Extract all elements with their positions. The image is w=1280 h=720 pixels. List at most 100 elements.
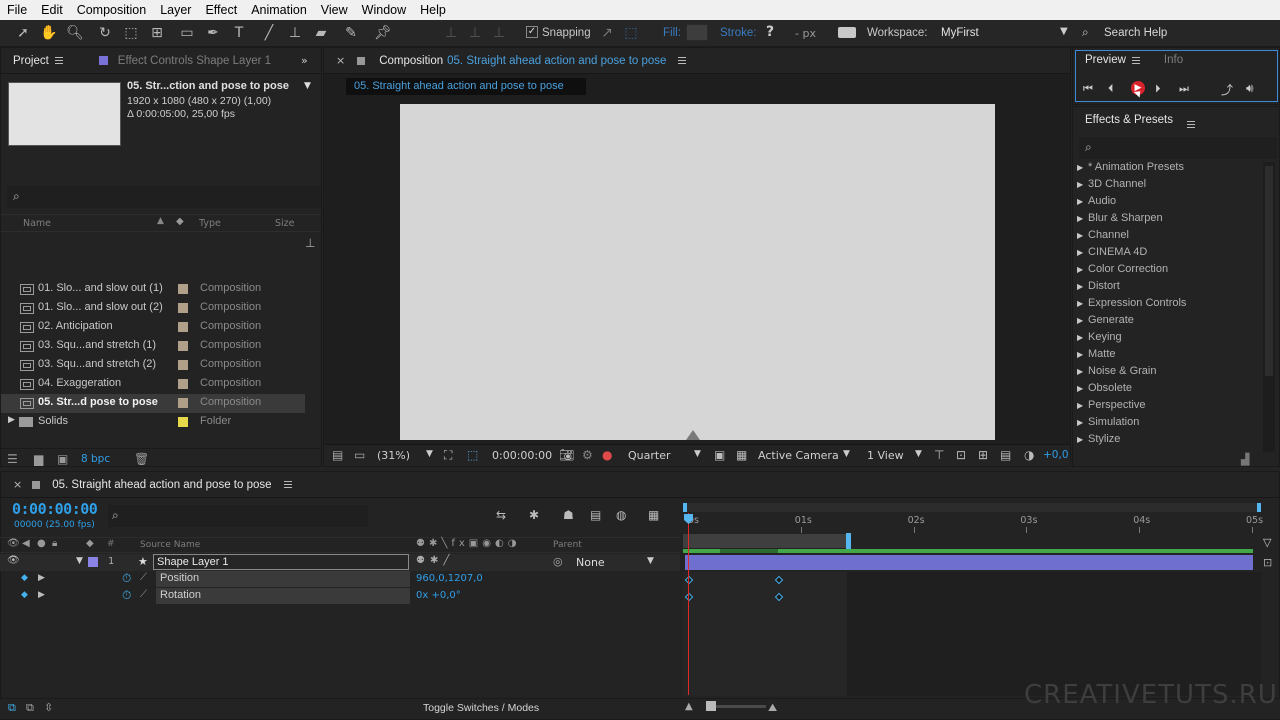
effect-category[interactable]: ▶ CINEMA 4D — [1077, 246, 1147, 263]
layer-label-color[interactable] — [88, 557, 98, 567]
project-item[interactable]: 02. Anticipation Composition — [1, 318, 305, 337]
expand-arrow-icon[interactable]: ▶ — [1077, 299, 1088, 308]
workspace-keyboard-icon[interactable] — [838, 27, 856, 38]
new-folder-icon[interactable]: ▆ — [34, 452, 43, 466]
stopwatch-icon[interactable]: ⏱ — [122, 571, 131, 586]
effect-category[interactable]: ▶ Noise & Grain — [1077, 365, 1156, 382]
expand-arrow-icon[interactable]: ▶ — [1077, 163, 1088, 172]
navigator-end-handle[interactable] — [1257, 503, 1261, 512]
expand-arrow-icon[interactable]: ▶ — [1077, 316, 1088, 325]
effect-category[interactable]: ▶ Audio — [1077, 195, 1116, 212]
exposure-value[interactable]: +0,0 — [1043, 449, 1069, 461]
camera-dropdown-icon[interactable]: ▼ — [843, 449, 850, 459]
tab-composition-label[interactable]: Composition — [379, 55, 443, 67]
next-keyframe-icon[interactable]: ▶ — [38, 573, 45, 583]
menu-layer[interactable]: Layer — [153, 3, 198, 17]
loop-icon[interactable]: ⤴ — [1221, 81, 1233, 98]
roto-brush-tool-icon[interactable]: ✎ — [342, 24, 360, 42]
menu-help[interactable]: Help — [413, 3, 453, 17]
effect-category[interactable]: ▶ Matte — [1077, 348, 1116, 365]
expand-arrow-icon[interactable]: ▶ — [1077, 180, 1088, 189]
effect-category[interactable]: ▶ Generate — [1077, 314, 1134, 331]
sort-ascending-icon[interactable]: ▲ — [157, 216, 164, 226]
tab-composition-name[interactable]: 05. Straight ahead action and pose to po… — [447, 55, 666, 67]
effects-scrollbar-thumb[interactable] — [1265, 166, 1273, 376]
menu-edit[interactable]: Edit — [34, 3, 70, 17]
label-column-icon[interactable]: ◆ — [176, 216, 184, 227]
label-color-swatch[interactable] — [178, 284, 188, 294]
toggle-switches-modes-button[interactable]: Toggle Switches / Modes — [423, 702, 539, 714]
effects-search-input[interactable]: ⌕ — [1079, 137, 1277, 159]
tab-timeline[interactable]: 05. Straight ahead action and pose to po… — [52, 479, 271, 491]
graph-icon[interactable]: ⟋ — [140, 589, 147, 600]
graph-icon[interactable]: ⟋ — [140, 572, 147, 583]
effect-category[interactable]: ▶ Color Correction — [1077, 263, 1168, 280]
comp-button-icon[interactable]: ▽ — [1263, 536, 1271, 549]
solo-switch-icon[interactable]: ● — [37, 538, 46, 549]
effect-category[interactable]: ▶ Keying — [1077, 331, 1122, 348]
effect-category[interactable]: ▶ Distort — [1077, 280, 1120, 297]
navigator-start-handle[interactable] — [683, 503, 687, 512]
project-item[interactable]: 05. Str...d pose to pose Composition — [1, 394, 305, 413]
trash-icon[interactable]: 🗑︎ — [134, 452, 149, 466]
zoom-in-icon[interactable]: ⛰ — [768, 701, 777, 715]
type-tool-icon[interactable]: T — [230, 24, 248, 42]
world-axis-icon[interactable]: ⊥ — [466, 24, 484, 42]
effect-category[interactable]: ▶ Perspective — [1077, 399, 1145, 416]
snapshot-camera-icon[interactable]: 📷︎ — [559, 448, 574, 462]
column-type[interactable]: Type — [199, 218, 221, 229]
magnification-select[interactable]: (31%) — [377, 449, 410, 462]
panel-overflow-icon[interactable]: » — [301, 54, 308, 67]
menu-effect[interactable]: Effect — [198, 3, 244, 17]
label-color-swatch[interactable] — [178, 322, 188, 332]
effects-presets-title[interactable]: Effects & Presets — [1085, 114, 1173, 126]
interpret-footage-icon[interactable]: ☰ — [7, 452, 18, 466]
modes-pane-icon[interactable]: ⧉ — [26, 701, 34, 715]
camera-select[interactable]: Active Camera — [758, 449, 839, 462]
graph-editor-icon[interactable]: ▦ — [648, 508, 659, 522]
comp-name-dropdown-icon[interactable]: ▼ — [304, 81, 311, 91]
snap-feature-icon[interactable]: ⬚ — [622, 24, 640, 42]
stroke-width[interactable]: - px — [795, 27, 816, 40]
rotate-tool-icon[interactable]: ↻ — [96, 24, 114, 42]
fast-previews-icon[interactable]: ▣ — [714, 448, 725, 462]
draft-3d-icon[interactable]: ✱ — [529, 508, 539, 522]
region-of-interest-icon[interactable]: ⬚ — [467, 448, 478, 462]
composition-subtab[interactable]: 05. Straight ahead action and pose to po… — [346, 78, 586, 95]
transparency-grid-icon[interactable]: ▦ — [736, 448, 747, 462]
pen-tool-icon[interactable]: ✒ — [204, 24, 222, 42]
parent-dropdown-icon[interactable]: ▼ — [647, 556, 654, 566]
property-row-rotation[interactable]: ◆ ▶ ⏱ ⟋ Rotation 0x +0,0° — [0, 588, 680, 605]
column-source-name[interactable]: Source Name — [140, 540, 200, 550]
flowchart-icon[interactable]: ⊞ — [978, 448, 988, 462]
effect-category[interactable]: ▶ Obsolete — [1077, 382, 1132, 399]
puppet-pin-tool-icon[interactable]: 📌︎ — [374, 24, 392, 42]
effect-category[interactable]: ▶ Channel — [1077, 229, 1129, 246]
layer-duration-bar[interactable] — [685, 555, 1253, 570]
keyframe-navigator-icon[interactable]: ◆ — [21, 590, 28, 600]
view-axis-icon[interactable]: ⊥ — [490, 24, 508, 42]
selection-tool-icon[interactable]: ➚ — [14, 24, 32, 42]
menu-composition[interactable]: Composition — [70, 3, 153, 17]
effect-category[interactable]: ▶ * Animation Presets — [1077, 161, 1184, 178]
menu-file[interactable]: File — [0, 3, 34, 17]
effect-category[interactable]: ▶ Blur & Sharpen — [1077, 212, 1163, 229]
rectangle-tool-icon[interactable]: ▭ — [178, 24, 196, 42]
time-navigator[interactable] — [683, 503, 1261, 512]
expand-arrow-icon[interactable]: ▶ — [1077, 282, 1088, 291]
comp-mini-flowchart-icon[interactable]: ⇆ — [496, 508, 506, 522]
always-preview-icon[interactable]: ▤ — [332, 448, 343, 462]
zoom-slider[interactable] — [706, 701, 766, 711]
property-row-position[interactable]: ◆ ▶ ⏱ ⟋ Position 960,0,1207,0 — [0, 571, 680, 588]
expand-arrow-icon[interactable]: ▶ — [1077, 248, 1088, 257]
eraser-tool-icon[interactable]: ▰ — [312, 24, 330, 42]
in-out-pane-icon[interactable]: ⇳ — [44, 701, 53, 714]
zoom-dropdown-icon[interactable]: ▼ — [426, 449, 433, 459]
label-color-swatch[interactable] — [178, 303, 188, 313]
3d-renderer-icon[interactable]: ▤ — [1000, 448, 1011, 462]
position-value[interactable]: 960,0,1207,0 — [416, 573, 483, 584]
expand-arrow-icon[interactable]: ▶ — [1077, 231, 1088, 240]
brush-tool-icon[interactable]: ╱ — [260, 24, 278, 42]
timeline-search-input[interactable]: ⌕ — [108, 505, 368, 527]
work-area-bar[interactable] — [683, 534, 849, 548]
